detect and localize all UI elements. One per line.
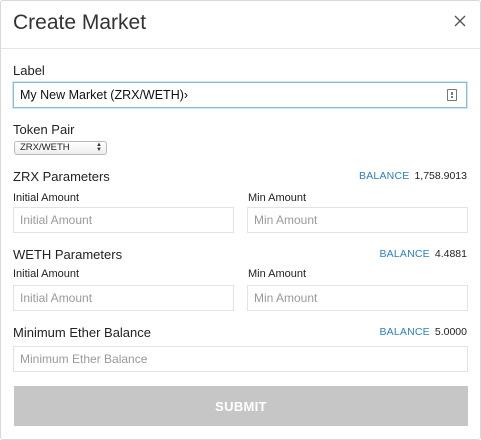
zrx-initial-amount-label: Initial Amount	[13, 192, 80, 204]
zrx-min-amount-label: Min Amount	[248, 192, 307, 204]
zrx-min-amount-input[interactable]	[247, 207, 468, 233]
token-pair-select[interactable]: ZRX/WETH ▲ ▼	[14, 141, 107, 155]
zrx-balance-label[interactable]: BALANCE	[359, 170, 409, 182]
weth-balance-value: 4.4881	[434, 248, 467, 260]
ether-balance: BALANCE 5.0000	[379, 326, 467, 338]
weth-min-amount-label: Min Amount	[248, 268, 307, 280]
weth-parameters-heading: WETH Parameters	[13, 247, 123, 262]
submit-button[interactable]: SUBMIT	[14, 386, 468, 426]
weth-min-amount-input[interactable]	[247, 285, 468, 311]
market-label-input[interactable]	[13, 82, 467, 108]
create-market-dialog: Create Market Label Token Pair ZRX/WETH …	[0, 0, 481, 440]
minimum-ether-balance-heading: Minimum Ether Balance	[13, 325, 151, 340]
zrx-balance: BALANCE 1,758.9013	[359, 170, 467, 182]
select-arrows-icon: ▲ ▼	[96, 142, 102, 153]
minimum-ether-balance-input[interactable]	[13, 346, 468, 372]
keychain-icon[interactable]	[447, 89, 457, 101]
token-pair-label: Token Pair	[13, 122, 75, 137]
weth-initial-amount-input[interactable]	[13, 285, 234, 311]
dialog-header: Create Market	[1, 1, 480, 49]
token-pair-selected: ZRX/WETH	[20, 142, 70, 153]
weth-balance-label[interactable]: BALANCE	[379, 248, 429, 260]
close-icon[interactable]	[452, 13, 468, 29]
ether-balance-value: 5.0000	[434, 326, 467, 338]
zrx-balance-value: 1,758.9013	[414, 170, 467, 182]
ether-balance-label[interactable]: BALANCE	[379, 326, 429, 338]
label-field-label: Label	[13, 63, 45, 78]
zrx-initial-amount-input[interactable]	[13, 207, 234, 233]
weth-balance: BALANCE 4.4881	[379, 248, 467, 260]
zrx-parameters-heading: ZRX Parameters	[13, 169, 110, 184]
weth-initial-amount-label: Initial Amount	[13, 268, 80, 280]
dialog-title: Create Market	[13, 11, 147, 34]
